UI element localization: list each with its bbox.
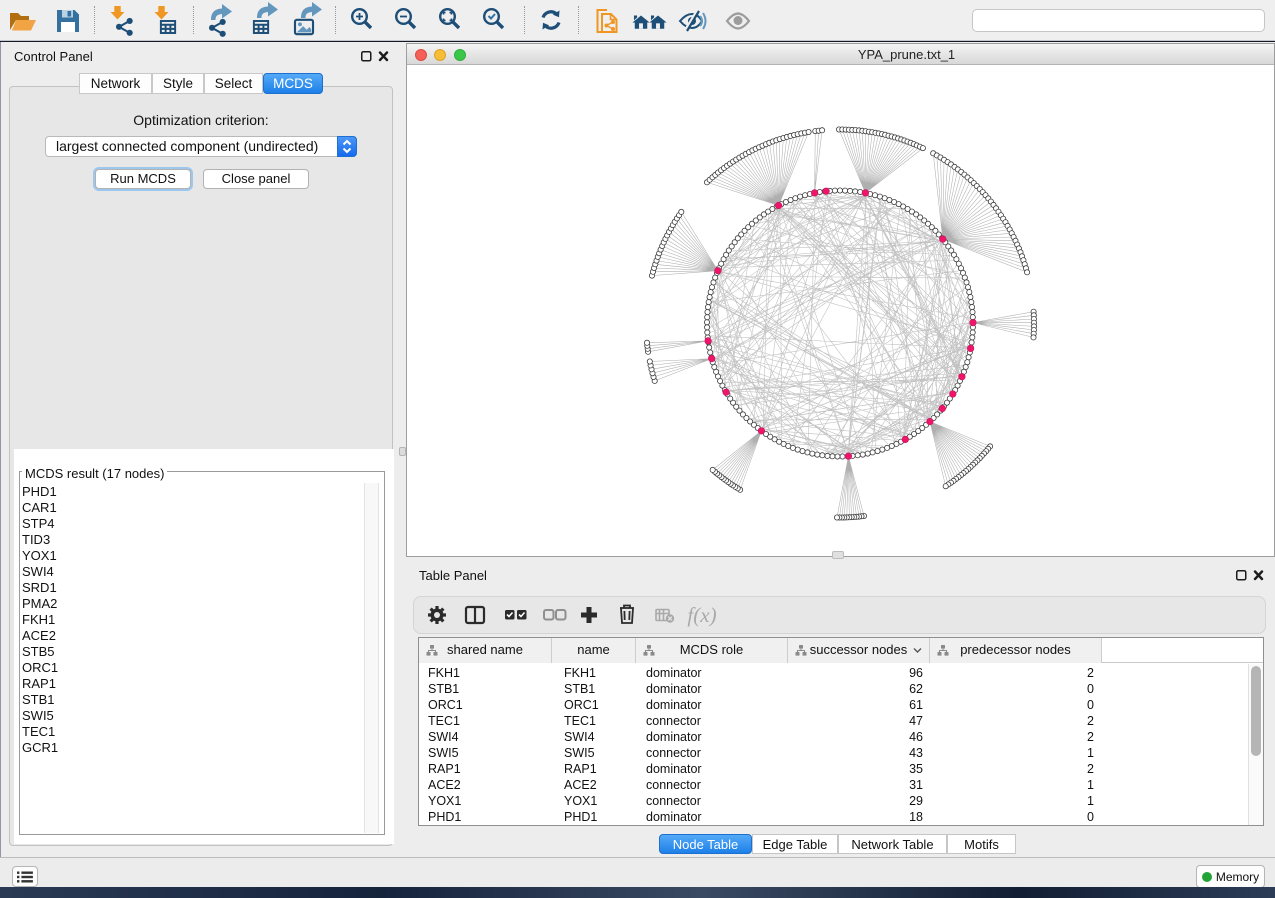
svg-text:f(x): f(x) (687, 603, 716, 627)
